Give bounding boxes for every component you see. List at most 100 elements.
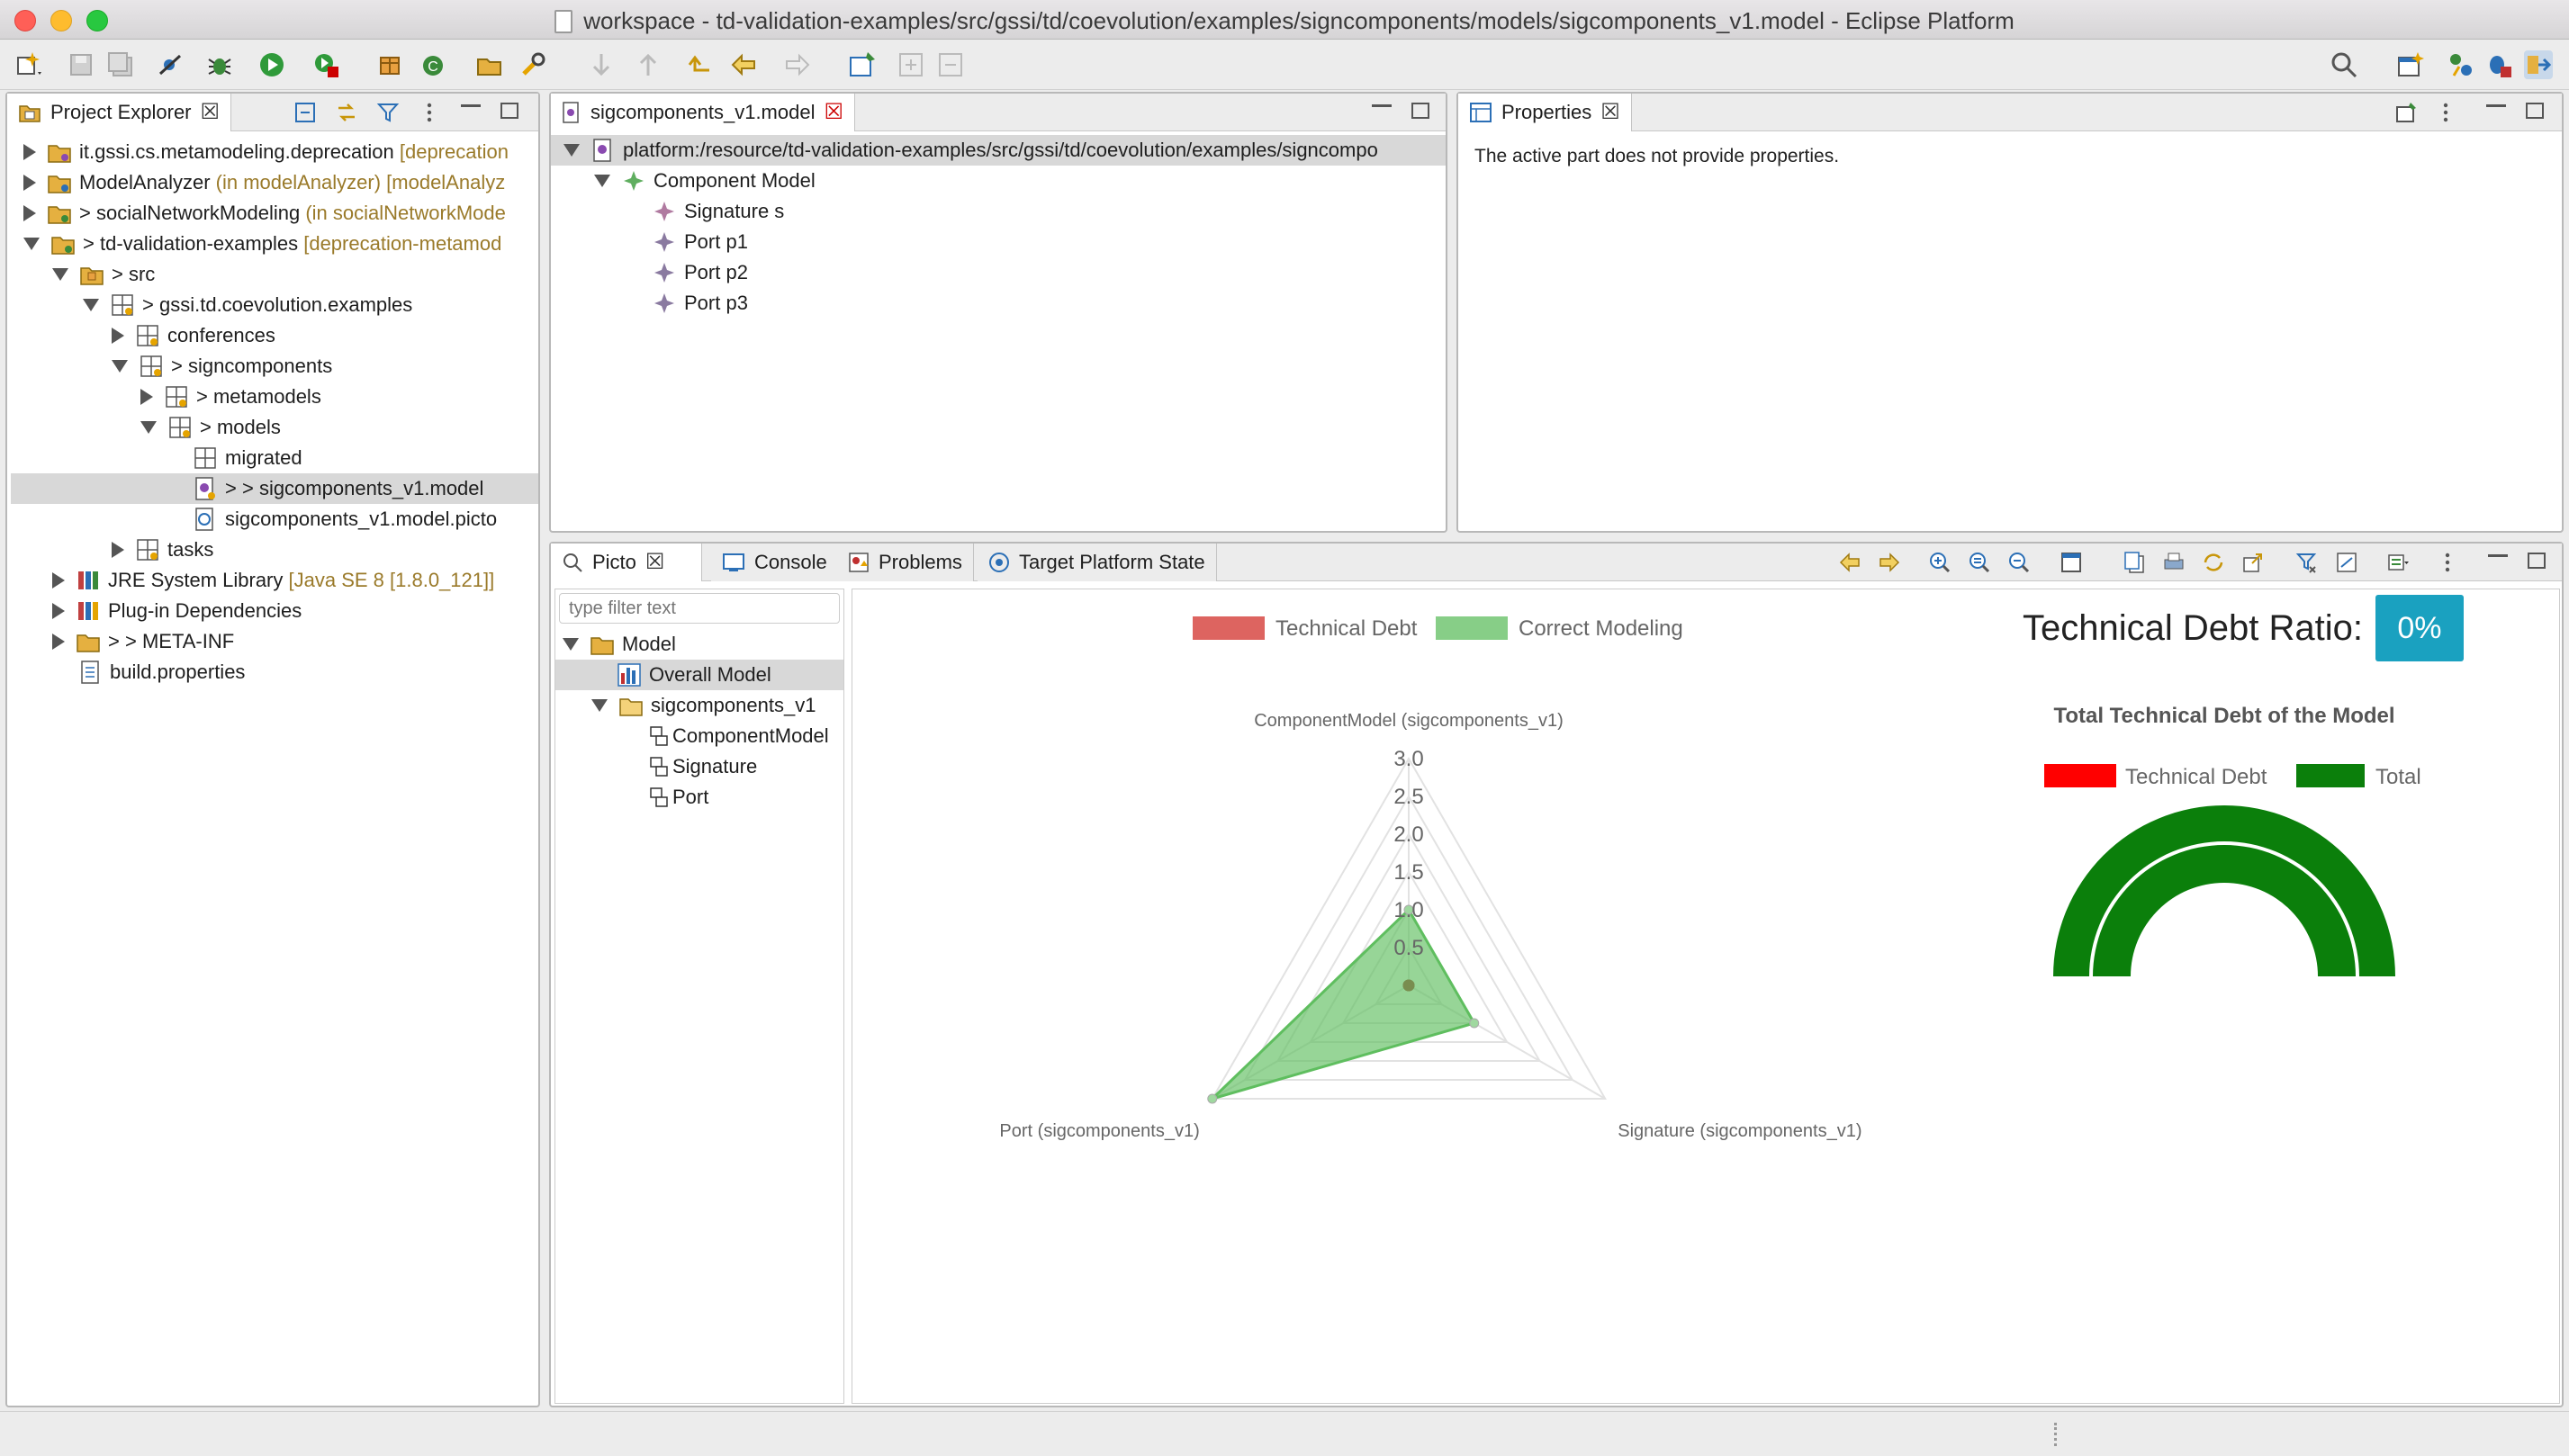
link-with-editor-icon[interactable] — [335, 101, 358, 124]
next-annotation-icon[interactable] — [587, 50, 616, 79]
export-icon[interactable] — [2241, 551, 2265, 574]
filter-input[interactable] — [559, 593, 840, 624]
close-icon[interactable]: ☒ — [201, 94, 221, 131]
tree-item[interactable]: Signature — [649, 751, 757, 782]
forward-icon[interactable] — [1878, 551, 1901, 574]
tree-item[interactable]: JRE System Library [Java SE 8 [1.8.0_121… — [52, 565, 494, 596]
status-grip[interactable] — [2054, 1423, 2058, 1446]
tree-item[interactable]: > socialNetworkModeling (in socialNetwor… — [23, 198, 506, 229]
perspective-java-icon[interactable] — [2447, 50, 2475, 79]
run-external-icon[interactable] — [311, 50, 340, 79]
tree-item[interactable]: Signature s — [652, 196, 784, 227]
sync-icon[interactable] — [2202, 551, 2225, 574]
radar-point-correct-modeling[interactable] — [1207, 1093, 1218, 1104]
pin-view-icon[interactable] — [2394, 101, 2418, 124]
view-menu-icon[interactable] — [418, 101, 441, 124]
tree-item[interactable]: > metamodels — [140, 382, 321, 412]
layout-icon[interactable] — [2060, 551, 2083, 574]
perspective-debug-icon[interactable] — [2484, 50, 2513, 79]
collapse-all-icon[interactable] — [293, 101, 317, 124]
open-type-icon[interactable] — [475, 50, 504, 79]
tab-sigcomponents-model[interactable]: sigcomponents_v1.model ☒ — [551, 94, 855, 131]
picto-icon — [563, 553, 582, 572]
minimize-button[interactable] — [1372, 104, 1392, 107]
tree-item[interactable]: Port p2 — [652, 257, 748, 288]
tree-item[interactable]: sigcomponents_v1.model.picto — [193, 504, 497, 535]
resource-root-row[interactable]: platform:/resource/td-validation-example… — [551, 135, 1446, 166]
maximize-button[interactable] — [2526, 103, 2544, 119]
save-icon[interactable] — [67, 50, 95, 79]
previous-edit-icon[interactable] — [686, 50, 715, 79]
minimize-button[interactable] — [461, 104, 481, 107]
zoom-in-icon[interactable] — [1928, 551, 1952, 574]
tree-item[interactable]: > models — [140, 412, 281, 443]
back-icon[interactable] — [729, 50, 758, 79]
zoom-actual-icon[interactable] — [1968, 551, 1991, 574]
package-icon — [140, 355, 162, 377]
tree-item[interactable]: > td-validation-examples [deprecation-me… — [23, 229, 501, 259]
tab-target-platform-state[interactable]: Target Platform State — [978, 544, 1217, 581]
new-package-icon[interactable] — [376, 50, 405, 79]
view-menu-icon[interactable] — [2434, 101, 2457, 124]
tree-item[interactable]: sigcomponents_v1 — [591, 690, 816, 721]
tab-console[interactable]: Console — [711, 544, 839, 581]
maximize-button[interactable] — [500, 103, 518, 119]
skip-breakpoints-icon[interactable] — [157, 50, 185, 79]
tab-project-explorer[interactable]: Project Explorer ☒ — [7, 94, 232, 131]
radar-point-correct-modeling[interactable] — [1469, 1018, 1480, 1029]
search-icon[interactable] — [518, 50, 547, 79]
tab-properties[interactable]: Properties ☒ — [1458, 94, 1632, 131]
tree-item[interactable]: tasks — [112, 535, 213, 565]
minimize-button[interactable] — [2486, 104, 2506, 107]
tree-item[interactable]: > > META-INF — [52, 626, 234, 657]
quick-access-search-icon[interactable] — [2330, 50, 2358, 79]
zoom-out-icon[interactable] — [2007, 551, 2031, 574]
collapse-icon[interactable] — [936, 50, 965, 79]
perspective-open-icon[interactable] — [2396, 50, 2425, 79]
tree-item[interactable]: > gssi.td.coevolution.examples — [83, 290, 412, 320]
save-all-icon[interactable] — [106, 50, 135, 79]
tree-item[interactable]: Port p3 — [652, 288, 748, 319]
package-icon — [166, 386, 187, 408]
pin-editor-icon[interactable] — [848, 50, 877, 79]
tree-item[interactable]: Model — [563, 629, 676, 660]
back-icon[interactable] — [1838, 551, 1861, 574]
view-menu-icon[interactable] — [2436, 551, 2459, 574]
tab-problems[interactable]: Problems — [837, 544, 974, 581]
close-icon[interactable]: ☒ — [824, 94, 843, 131]
tree-item-selected[interactable]: Overall Model — [555, 660, 843, 690]
filter-icon[interactable] — [376, 101, 400, 124]
tab-picto[interactable]: Picto ☒ — [551, 544, 702, 581]
tree-item[interactable]: conferences — [112, 320, 275, 351]
tree-item[interactable]: Port — [649, 782, 708, 813]
tree-item[interactable]: ComponentModel — [649, 721, 829, 751]
new-class-icon[interactable]: C — [419, 50, 448, 79]
minimize-button[interactable] — [2488, 554, 2508, 557]
maximize-button[interactable] — [1411, 103, 1429, 119]
expand-icon[interactable] — [897, 50, 925, 79]
new-wizard-icon[interactable] — [14, 50, 43, 79]
close-icon[interactable]: ☒ — [645, 544, 665, 581]
tree-item-selected[interactable]: > > sigcomponents_v1.model — [11, 473, 538, 504]
maximize-button[interactable] — [2528, 553, 2546, 569]
prev-annotation-icon[interactable] — [634, 50, 663, 79]
run-icon[interactable] — [257, 50, 286, 79]
perspective-picto-icon[interactable] — [2524, 50, 2553, 79]
tree-item[interactable]: Plug-in Dependencies — [52, 596, 302, 626]
tree-item[interactable]: it.gssi.cs.metamodeling.deprecation [dep… — [23, 137, 509, 167]
tree-item[interactable]: Component Model — [594, 166, 816, 196]
tree-item[interactable]: > signcomponents — [112, 351, 332, 382]
copy-icon[interactable] — [2123, 551, 2146, 574]
filter-elements-icon[interactable] — [2295, 551, 2319, 574]
tree-item[interactable]: migrated — [193, 443, 302, 473]
tree-item[interactable]: build.properties — [77, 657, 245, 688]
link-icon[interactable] — [2335, 551, 2358, 574]
forward-icon[interactable] — [783, 50, 812, 79]
debug-icon[interactable] — [205, 50, 234, 79]
view-options-icon[interactable] — [2387, 551, 2411, 574]
close-icon[interactable]: ☒ — [1600, 94, 1620, 131]
tree-item[interactable]: Port p1 — [652, 227, 748, 257]
print-icon[interactable] — [2162, 551, 2186, 574]
tree-item[interactable]: ModelAnalyzer (in modelAnalyzer) [modelA… — [23, 167, 505, 198]
tree-item[interactable]: > src — [52, 259, 155, 290]
